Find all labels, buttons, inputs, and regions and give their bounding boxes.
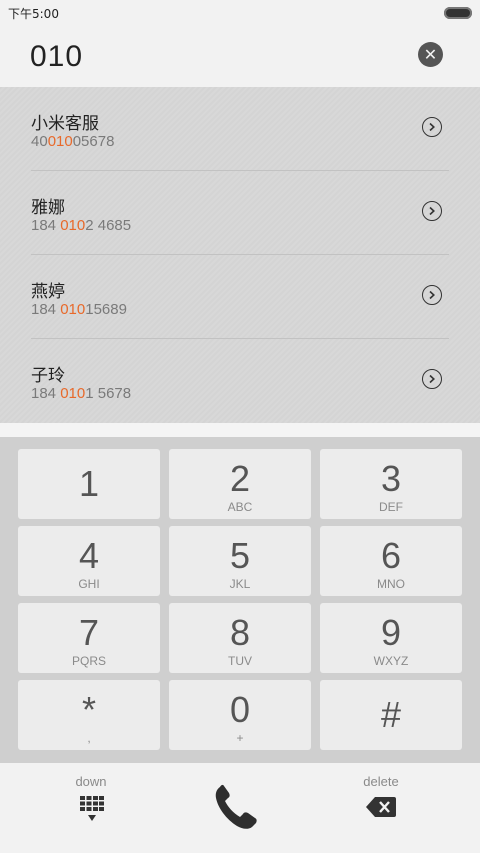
- contact-detail-button[interactable]: [422, 285, 442, 305]
- key-6[interactable]: 6 MNO: [320, 526, 462, 596]
- number-segment: 184: [31, 301, 61, 318]
- key-digit: 4: [78, 535, 100, 576]
- contact-name: 子玲: [31, 366, 65, 386]
- key-digit: *: [81, 689, 96, 730]
- key-letters: WXYZ: [373, 654, 409, 668]
- contact-name: 雅娜: [31, 198, 65, 218]
- key-2[interactable]: 2 ABC: [169, 449, 311, 519]
- key-digit: 8: [229, 612, 251, 653]
- key-star[interactable]: *,: [18, 680, 160, 750]
- key-digit: 5: [229, 535, 251, 576]
- chevron-right-icon: [429, 374, 435, 384]
- number-segment: 15689: [85, 301, 127, 318]
- key-digit: 6: [380, 535, 402, 576]
- key-digit: 1: [78, 463, 100, 504]
- key-8[interactable]: 8 TUV: [169, 603, 311, 673]
- bottom-action-bar: down delete: [0, 763, 480, 853]
- phone-icon: [215, 784, 257, 829]
- chevron-right-icon: [429, 206, 435, 216]
- key-letters: MNO: [377, 577, 405, 591]
- matched-digits: 010: [60, 301, 86, 318]
- key-letters: DEF: [379, 500, 403, 514]
- delete-label: delete: [363, 774, 399, 789]
- close-icon: ✕: [423, 44, 438, 64]
- dial-header: 010 ✕: [0, 26, 480, 87]
- delete-button[interactable]: [366, 797, 396, 817]
- key-0[interactable]: 0 +: [169, 680, 311, 750]
- keypad-grid-icon: [80, 796, 104, 821]
- number-segment: 184: [31, 385, 61, 402]
- number-segment: 2 4685: [85, 217, 132, 234]
- key-digit: 7: [78, 612, 100, 653]
- number-segment: 1 5678: [85, 385, 132, 402]
- number-segment: 05678: [72, 133, 115, 150]
- contact-number: 4001005678: [31, 133, 114, 150]
- number-segment: 184: [31, 217, 61, 234]
- key-letters: +: [236, 731, 244, 745]
- key-1[interactable]: 1: [18, 449, 160, 519]
- key-7[interactable]: 7 PQRS: [18, 603, 160, 673]
- key-4[interactable]: 4 GHI: [18, 526, 160, 596]
- key-digit: #: [380, 694, 402, 735]
- chevron-right-icon: [429, 122, 435, 132]
- result-row[interactable]: 子玲 184 0101 5678: [0, 339, 480, 423]
- status-bar: 下午5:00: [0, 0, 480, 26]
- key-letters: GHI: [78, 577, 100, 591]
- contact-detail-button[interactable]: [422, 117, 442, 137]
- contact-number: 184 0101 5678: [31, 385, 131, 402]
- dial-keypad: 1 2 ABC 3 DEF 4 GHI 5 JKL 6 MNO 7 PQRS 8 TUV 9 WXYZ *, 0 + #: [0, 437, 480, 763]
- search-results-list: 小米客服 4001005678 雅娜 184 0102 4685 燕婷 184 01015…: [0, 87, 480, 423]
- contact-number: 184 0102 4685: [31, 217, 131, 234]
- result-row[interactable]: 燕婷 184 01015689: [0, 255, 480, 339]
- dialed-number-input[interactable]: 010: [30, 40, 83, 74]
- key-letters: JKL: [229, 577, 251, 591]
- contact-name: 小米客服: [31, 114, 99, 134]
- key-digit: 3: [380, 458, 402, 499]
- battery-icon: [444, 7, 472, 19]
- chevron-right-icon: [429, 290, 435, 300]
- key-9[interactable]: 9 WXYZ: [320, 603, 462, 673]
- matched-digits: 010: [47, 133, 73, 150]
- key-digit: 9: [380, 612, 402, 653]
- key-letters: ABC: [227, 500, 253, 514]
- key-digit: 2: [229, 458, 251, 499]
- number-segment: 40: [31, 133, 48, 150]
- down-label: down: [75, 774, 107, 789]
- key-letters: TUV: [228, 654, 252, 668]
- contact-number: 184 01015689: [31, 301, 127, 318]
- contact-detail-button[interactable]: [422, 369, 442, 389]
- contact-detail-button[interactable]: [422, 201, 442, 221]
- contact-name: 燕婷: [31, 282, 65, 302]
- key-letters: PQRS: [71, 654, 106, 668]
- key-pound[interactable]: #: [320, 680, 462, 750]
- backspace-icon: [366, 797, 396, 817]
- key-3[interactable]: 3 DEF: [320, 449, 462, 519]
- keypad-toggle-button[interactable]: [80, 796, 104, 824]
- call-button[interactable]: [212, 781, 264, 833]
- key-digit: 0: [229, 689, 251, 730]
- separator: [0, 423, 480, 437]
- status-time: 下午5:00: [8, 7, 59, 21]
- matched-digits: 010: [60, 217, 86, 234]
- clear-input-button[interactable]: ✕: [418, 42, 443, 67]
- matched-digits: 010: [60, 385, 86, 402]
- result-row[interactable]: 小米客服 4001005678: [0, 87, 480, 171]
- key-5[interactable]: 5 JKL: [169, 526, 311, 596]
- key-letters: ,: [87, 731, 91, 745]
- result-row[interactable]: 雅娜 184 0102 4685: [0, 171, 480, 255]
